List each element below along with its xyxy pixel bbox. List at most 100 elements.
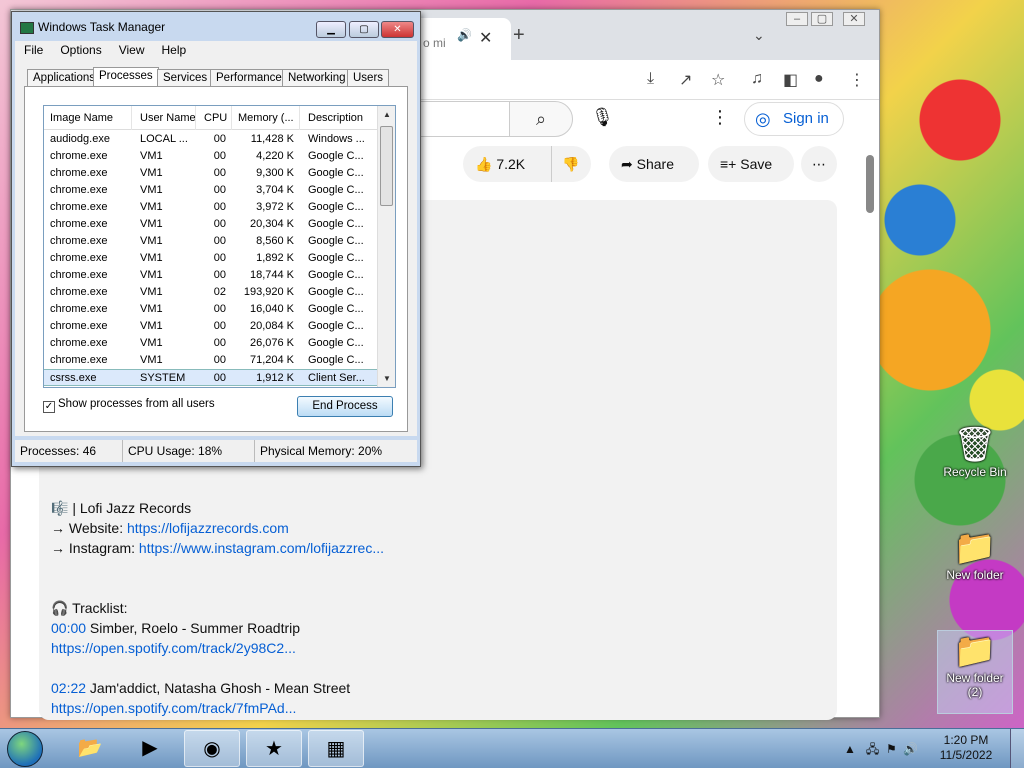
- window-title: Windows Task Manager: [20, 20, 165, 34]
- table-row[interactable]: chrome.exe VM1 00 9,300 K Google C...: [44, 165, 377, 182]
- sign-in-button[interactable]: ◎ Sign in: [744, 102, 844, 136]
- website-link[interactable]: https://lofijazzrecords.com: [127, 520, 289, 536]
- spotify-link[interactable]: https://open.spotify.com/track/2y98C2...: [51, 640, 296, 656]
- timestamp-link[interactable]: 00:00: [51, 620, 86, 636]
- menu-options[interactable]: Options: [51, 41, 109, 57]
- bookmark-star-icon[interactable]: ☆: [711, 70, 725, 90]
- tab-processes[interactable]: Processes: [93, 67, 159, 88]
- close-button[interactable]: ✕: [843, 12, 865, 26]
- tab-services[interactable]: Services: [157, 69, 214, 87]
- side-panel-icon[interactable]: ◧: [783, 70, 798, 90]
- table-row[interactable]: chrome.exe VM1 00 20,084 K Google C...: [44, 318, 377, 335]
- table-row[interactable]: chrome.exe VM1 00 71,204 K Google C...: [44, 352, 377, 369]
- taskbar-movie-maker-icon[interactable]: ★: [246, 730, 302, 767]
- action-center-flag-icon[interactable]: ⚑: [886, 742, 897, 756]
- table-cell: 71,204 K: [249, 354, 294, 366]
- table-cell: Google C...: [308, 184, 364, 196]
- start-button[interactable]: [7, 731, 43, 767]
- search-input[interactable]: [411, 101, 509, 137]
- share-button[interactable]: ➦ Share: [609, 146, 699, 182]
- taskbar-explorer-icon[interactable]: 📂: [62, 730, 118, 767]
- more-options-icon[interactable]: ⋮: [711, 107, 729, 128]
- save-button[interactable]: ≡+ Save: [708, 146, 794, 182]
- show-all-processes-checkbox[interactable]: ✓ Show processes from all users: [43, 398, 215, 413]
- page-scrollbar[interactable]: [866, 155, 874, 213]
- install-icon[interactable]: ⤓: [647, 70, 654, 88]
- table-cell: Client Ser...: [308, 372, 365, 384]
- menu-view[interactable]: View: [110, 41, 153, 57]
- new-tab-button[interactable]: +: [513, 24, 525, 47]
- desktop-icon-recycle-bin[interactable]: 🗑 Recycle Bin: [937, 425, 1013, 479]
- column-header-memory[interactable]: Memory (...: [232, 106, 300, 130]
- desktop-icon-new-folder-2[interactable]: 📁 New folder (2): [937, 630, 1013, 714]
- tab-users[interactable]: Users: [347, 69, 390, 87]
- column-header-image-name[interactable]: Image Name: [44, 106, 132, 130]
- maximize-button[interactable]: ▢: [811, 12, 833, 26]
- table-row[interactable]: chrome.exe VM1 00 20,304 K Google C...: [44, 216, 377, 233]
- speaker-icon[interactable]: 🔊: [457, 28, 472, 42]
- table-row[interactable]: chrome.exe VM1 00 26,076 K Google C...: [44, 335, 377, 352]
- tab-applications[interactable]: Applications: [27, 69, 102, 87]
- media-control-icon[interactable]: ♫: [751, 70, 763, 88]
- track-line: 02:22 Jam'addict, Natasha Ghosh - Mean S…: [51, 680, 351, 696]
- column-header-cpu[interactable]: CPU: [198, 106, 232, 130]
- timestamp-link[interactable]: 02:22: [51, 680, 86, 696]
- close-button[interactable]: ✕: [381, 21, 414, 38]
- mic-icon[interactable]: 🎙: [591, 107, 614, 128]
- show-hidden-icons-icon[interactable]: ▲: [844, 742, 856, 756]
- profile-icon[interactable]: ●: [814, 70, 824, 88]
- tab-networking[interactable]: Networking: [282, 69, 352, 87]
- like-button[interactable]: 👍 7.2K 👎: [463, 146, 591, 182]
- menu-file[interactable]: File: [15, 41, 51, 57]
- table-cell: VM1: [140, 337, 163, 349]
- menu-help[interactable]: Help: [153, 41, 195, 57]
- table-row[interactable]: csrss.exe SYSTEM 00 1,912 K Client Ser...: [44, 369, 377, 386]
- table-row[interactable]: chrome.exe VM1 00 16,040 K Google C...: [44, 301, 377, 318]
- taskbar-media-player-icon[interactable]: ▶: [122, 730, 178, 767]
- table-row[interactable]: chrome.exe VM1 00 1,892 K Google C...: [44, 250, 377, 267]
- volume-icon[interactable]: 🔊: [903, 742, 918, 756]
- taskbar-chrome-icon[interactable]: ◉: [184, 730, 240, 767]
- column-header-user-name[interactable]: User Name: [134, 106, 196, 130]
- table-cell: chrome.exe: [50, 184, 108, 196]
- scroll-thumb[interactable]: [380, 126, 393, 206]
- tab-performance[interactable]: Performance: [210, 69, 288, 87]
- maximize-button[interactable]: ▢: [349, 21, 379, 38]
- tab-search-chevron-icon[interactable]: ⌄: [753, 27, 765, 44]
- spotify-link[interactable]: https://open.spotify.com/track/7fmPAd...: [51, 700, 296, 716]
- minimize-button[interactable]: –: [786, 12, 808, 26]
- column-header-description[interactable]: Description: [302, 106, 377, 130]
- table-cell: chrome.exe: [50, 167, 108, 179]
- network-icon[interactable]: 🖧: [866, 742, 879, 756]
- scroll-down-arrow-icon[interactable]: ▼: [383, 374, 391, 383]
- desktop-icon-new-folder[interactable]: 📁 New folder: [937, 528, 1013, 582]
- folder-icon: 📁: [953, 632, 997, 670]
- show-desktop-button[interactable]: [1010, 729, 1024, 768]
- table-cell: csrss.exe: [50, 372, 97, 384]
- taskbar-task-manager-icon[interactable]: ▦: [308, 730, 364, 767]
- taskbar: 📂 ▶ ◉ ★ ▦ ▲ 🖧 ⚑ 🔊 1:20 PM 11/5/2022: [0, 728, 1024, 768]
- table-row[interactable]: chrome.exe VM1 00 3,704 K Google C...: [44, 182, 377, 199]
- scroll-up-arrow-icon[interactable]: ▲: [383, 110, 391, 119]
- chrome-menu-icon[interactable]: ⋮: [849, 70, 865, 90]
- end-process-button[interactable]: End Process: [297, 396, 393, 417]
- more-actions-button[interactable]: ⋯: [801, 146, 837, 182]
- checkbox-check-icon[interactable]: ✓: [43, 401, 55, 413]
- minimize-button[interactable]: ▁: [316, 21, 346, 38]
- share-page-icon[interactable]: ↗: [679, 70, 692, 90]
- table-row[interactable]: chrome.exe VM1 00 18,744 K Google C...: [44, 267, 377, 284]
- table-row[interactable]: chrome.exe VM1 00 4,220 K Google C...: [44, 148, 377, 165]
- instagram-link[interactable]: https://www.instagram.com/lofijazzrec...: [139, 540, 384, 556]
- tab-title: o mi: [423, 36, 446, 50]
- table-cell: Google C...: [308, 201, 364, 213]
- close-tab-icon[interactable]: ✕: [479, 28, 492, 48]
- table-row[interactable]: chrome.exe VM1 02 193,920 K Google C...: [44, 284, 377, 301]
- thumbs-down-icon[interactable]: 👎: [551, 146, 579, 182]
- table-row[interactable]: chrome.exe VM1 00 3,972 K Google C...: [44, 199, 377, 216]
- table-scrollbar[interactable]: ▲ ▼: [377, 106, 395, 387]
- clock[interactable]: 1:20 PM 11/5/2022: [936, 733, 996, 763]
- table-row[interactable]: audiodg.exe LOCAL ... 00 11,428 K Windows ..…: [44, 131, 377, 148]
- search-button[interactable]: ⌕: [509, 101, 573, 137]
- clock-date: 11/5/2022: [939, 748, 993, 762]
- table-row[interactable]: chrome.exe VM1 00 8,560 K Google C...: [44, 233, 377, 250]
